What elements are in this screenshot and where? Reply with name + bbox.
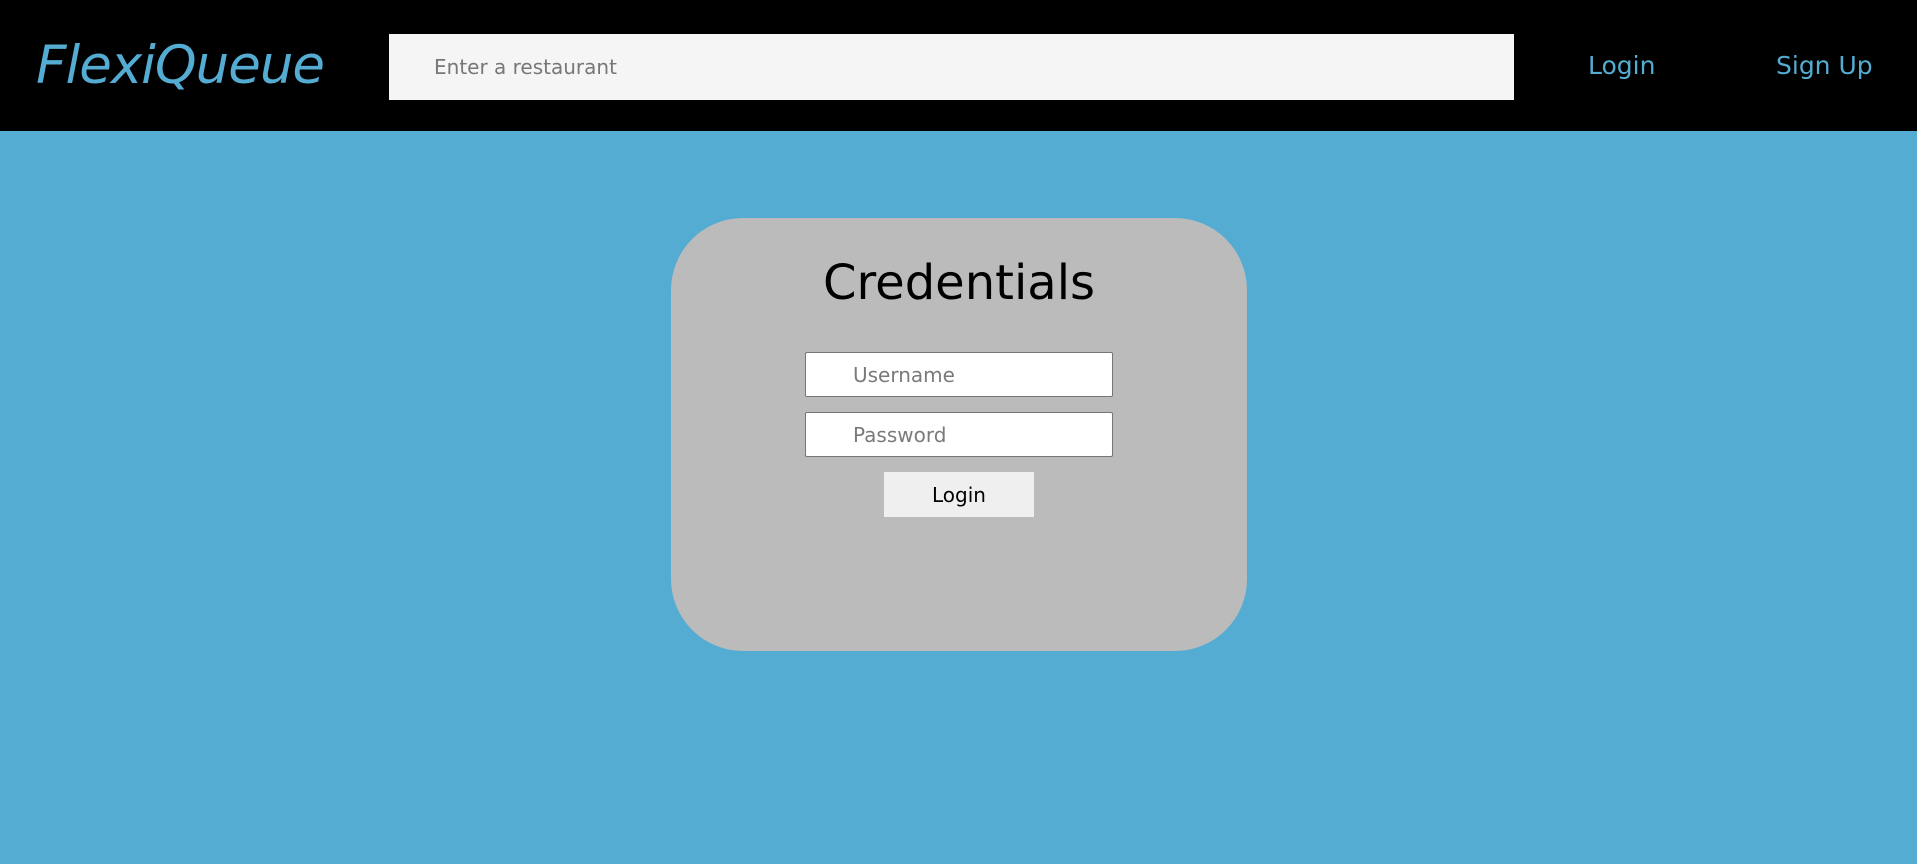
nav-signup-link[interactable]: Sign Up <box>1776 48 1873 84</box>
login-submit-button[interactable]: Login <box>884 472 1034 517</box>
nav-login-link[interactable]: Login <box>1588 48 1655 84</box>
restaurant-search-input[interactable] <box>389 34 1514 100</box>
password-input[interactable] <box>805 412 1113 457</box>
brand-logo[interactable]: FlexiQueue <box>36 28 325 104</box>
username-input[interactable] <box>805 352 1113 397</box>
top-header: FlexiQueue Login Sign Up <box>0 0 1917 131</box>
credentials-title: Credentials <box>822 255 1096 311</box>
credentials-card: Credentials Login <box>671 218 1247 651</box>
